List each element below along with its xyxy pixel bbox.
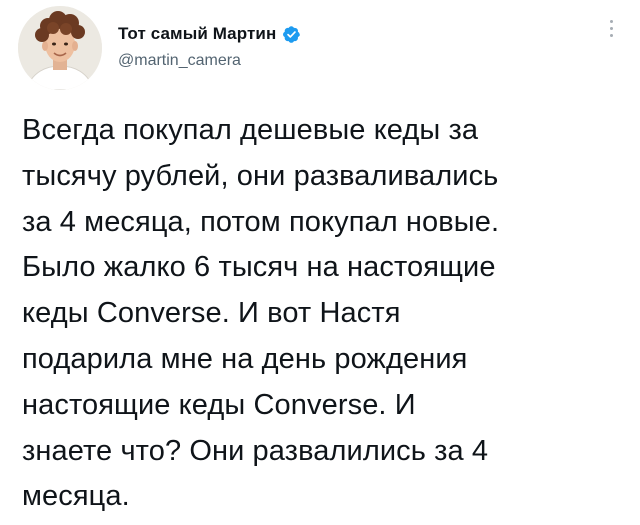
tweet-card: Тот самый Мартин @martin_camera Всегда п… bbox=[0, 0, 640, 525]
tweet-text-line: за 4 месяца, потом покупал новые. bbox=[22, 205, 500, 238]
tweet-text-line: кеды Converse. И вот Настя bbox=[22, 297, 401, 330]
tweet-text-line: настоящие кеды Converse. И bbox=[22, 388, 416, 421]
tweet-text-line: подарила мне на день рождения bbox=[22, 342, 468, 375]
tweet-text-line: знаете что? Они развалились за 4 bbox=[22, 434, 489, 467]
avatar-image bbox=[18, 6, 102, 90]
more-vertical-icon[interactable] bbox=[606, 20, 616, 48]
author-info: Тот самый Мартин @martin_camera bbox=[118, 22, 301, 70]
display-name-row: Тот самый Мартин bbox=[118, 22, 301, 46]
verified-badge-icon bbox=[282, 25, 301, 44]
avatar[interactable] bbox=[18, 6, 102, 90]
tweet-text-line: месяца. bbox=[22, 480, 130, 513]
tweet-text: Всегда покупал дешевые кеды за тысячу ру… bbox=[22, 108, 622, 520]
tweet-header: Тот самый Мартин @martin_camera bbox=[18, 4, 622, 92]
tweet-text-line: Было жалко 6 тысяч на настоящие bbox=[22, 251, 496, 284]
display-name[interactable]: Тот самый Мартин bbox=[118, 24, 276, 44]
tweet-text-line: Всегда покупал дешевые кеды за bbox=[22, 114, 479, 146]
tweet-text-line: тысячу рублей, они разваливались bbox=[22, 159, 499, 192]
author-handle[interactable]: @martin_camera bbox=[118, 52, 301, 70]
